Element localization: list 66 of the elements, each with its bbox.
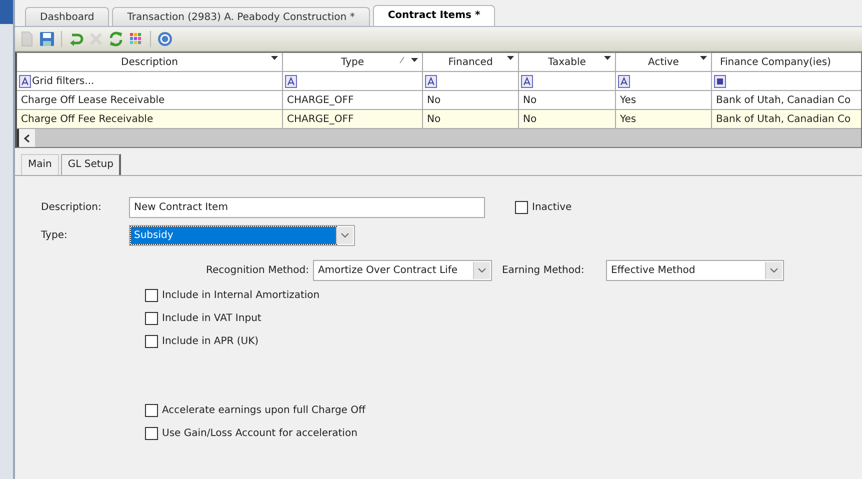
chevron-down-icon xyxy=(478,268,486,273)
table-cell-text: Yes xyxy=(620,94,636,108)
table-cell-text: No xyxy=(427,94,441,108)
sort-icon[interactable] xyxy=(399,56,405,64)
dropdown-arrow-icon[interactable] xyxy=(411,58,418,62)
column-header[interactable]: Description xyxy=(17,53,283,71)
table-cell-text: Bank of Utah, Canadian Co xyxy=(716,112,851,126)
column-header[interactable]: Finance Company(ies) xyxy=(712,53,861,71)
table-cell-text: Charge Off Fee Receivable xyxy=(21,112,154,126)
tab[interactable]: Dashboard xyxy=(25,7,110,26)
field-label: Earning Method: xyxy=(502,264,586,278)
refresh-icon[interactable] xyxy=(108,31,124,47)
dropdown-arrow-icon[interactable] xyxy=(271,56,278,60)
checkbox-label: Include in VAT Input xyxy=(162,312,262,326)
checkbox[interactable] xyxy=(145,335,158,348)
table-cell-text: CHARGE_OFF xyxy=(287,112,354,126)
tab[interactable]: Transaction (2983) A. Peabody Construction * xyxy=(112,7,370,26)
checkbox[interactable] xyxy=(145,312,158,325)
checkbox[interactable] xyxy=(145,289,158,302)
grid-row[interactable]: Charge Off Fee Receivable CHARGE_OFF No No Yes Bank of Utah, Canadian Co xyxy=(17,110,861,129)
filter-icon[interactable] xyxy=(618,74,630,88)
table-cell-text: Yes xyxy=(620,112,636,126)
table-cell-text: Charge Off Lease Receivable xyxy=(21,94,165,108)
dropdown-arrow-icon[interactable] xyxy=(507,56,514,60)
chevron-down-icon xyxy=(770,268,778,273)
table-cell-text: No xyxy=(427,112,441,126)
filter-icon[interactable] xyxy=(714,74,726,88)
field-label: Description: xyxy=(41,201,102,215)
filter-icon[interactable] xyxy=(19,74,31,88)
filter-icon[interactable] xyxy=(425,74,437,88)
checkbox-label: Include in APR (UK) xyxy=(162,335,259,349)
tab[interactable]: Main xyxy=(21,154,59,175)
checkbox[interactable] xyxy=(515,201,528,214)
checkbox-label: Inactive xyxy=(532,201,572,215)
column-header[interactable]: Type xyxy=(283,53,423,71)
scroll-left-button[interactable] xyxy=(17,129,35,147)
field-label: Recognition Method: xyxy=(206,264,309,278)
dropdown[interactable]: Subsidy xyxy=(129,225,355,246)
filter-icon[interactable] xyxy=(521,74,533,88)
filter-icon[interactable] xyxy=(285,74,297,88)
save-icon[interactable] xyxy=(39,31,55,47)
table-cell-text: No xyxy=(523,112,537,126)
dropdown[interactable]: Effective Method xyxy=(606,260,784,281)
column-header[interactable]: Taxable xyxy=(519,53,616,71)
checkbox-label: Use Gain/Loss Account for acceleration xyxy=(162,427,358,441)
chevron-down-icon xyxy=(341,233,349,238)
column-header[interactable]: Financed xyxy=(423,53,519,71)
dropdown-arrow-icon[interactable] xyxy=(700,56,707,60)
checkbox-label: Accelerate earnings upon full Charge Off xyxy=(162,404,366,418)
text-field[interactable]: New Contract Item xyxy=(129,197,485,218)
dropdown[interactable]: Amortize Over Contract Life xyxy=(312,260,492,281)
dropdown-arrow-icon[interactable] xyxy=(604,56,611,60)
tab[interactable]: Contract Items * xyxy=(372,5,496,26)
color-grid-icon[interactable] xyxy=(128,31,144,47)
column-header[interactable]: Active xyxy=(616,53,712,71)
checkbox-label: Include in Internal Amortization xyxy=(162,289,320,303)
chevron-left-icon xyxy=(24,134,30,142)
undo-arrow-icon[interactable] xyxy=(68,31,84,47)
tab[interactable]: GL Setup xyxy=(60,154,122,175)
field-label: Type: xyxy=(41,229,68,243)
grid-filters-text[interactable]: Grid filters... xyxy=(32,74,94,88)
table-cell-text: CHARGE_OFF xyxy=(287,94,354,108)
checkbox[interactable] xyxy=(145,404,158,417)
table-cell-text: No xyxy=(523,94,537,108)
table-cell-text: Bank of Utah, Canadian Co xyxy=(716,94,851,108)
checkbox[interactable] xyxy=(145,427,158,440)
